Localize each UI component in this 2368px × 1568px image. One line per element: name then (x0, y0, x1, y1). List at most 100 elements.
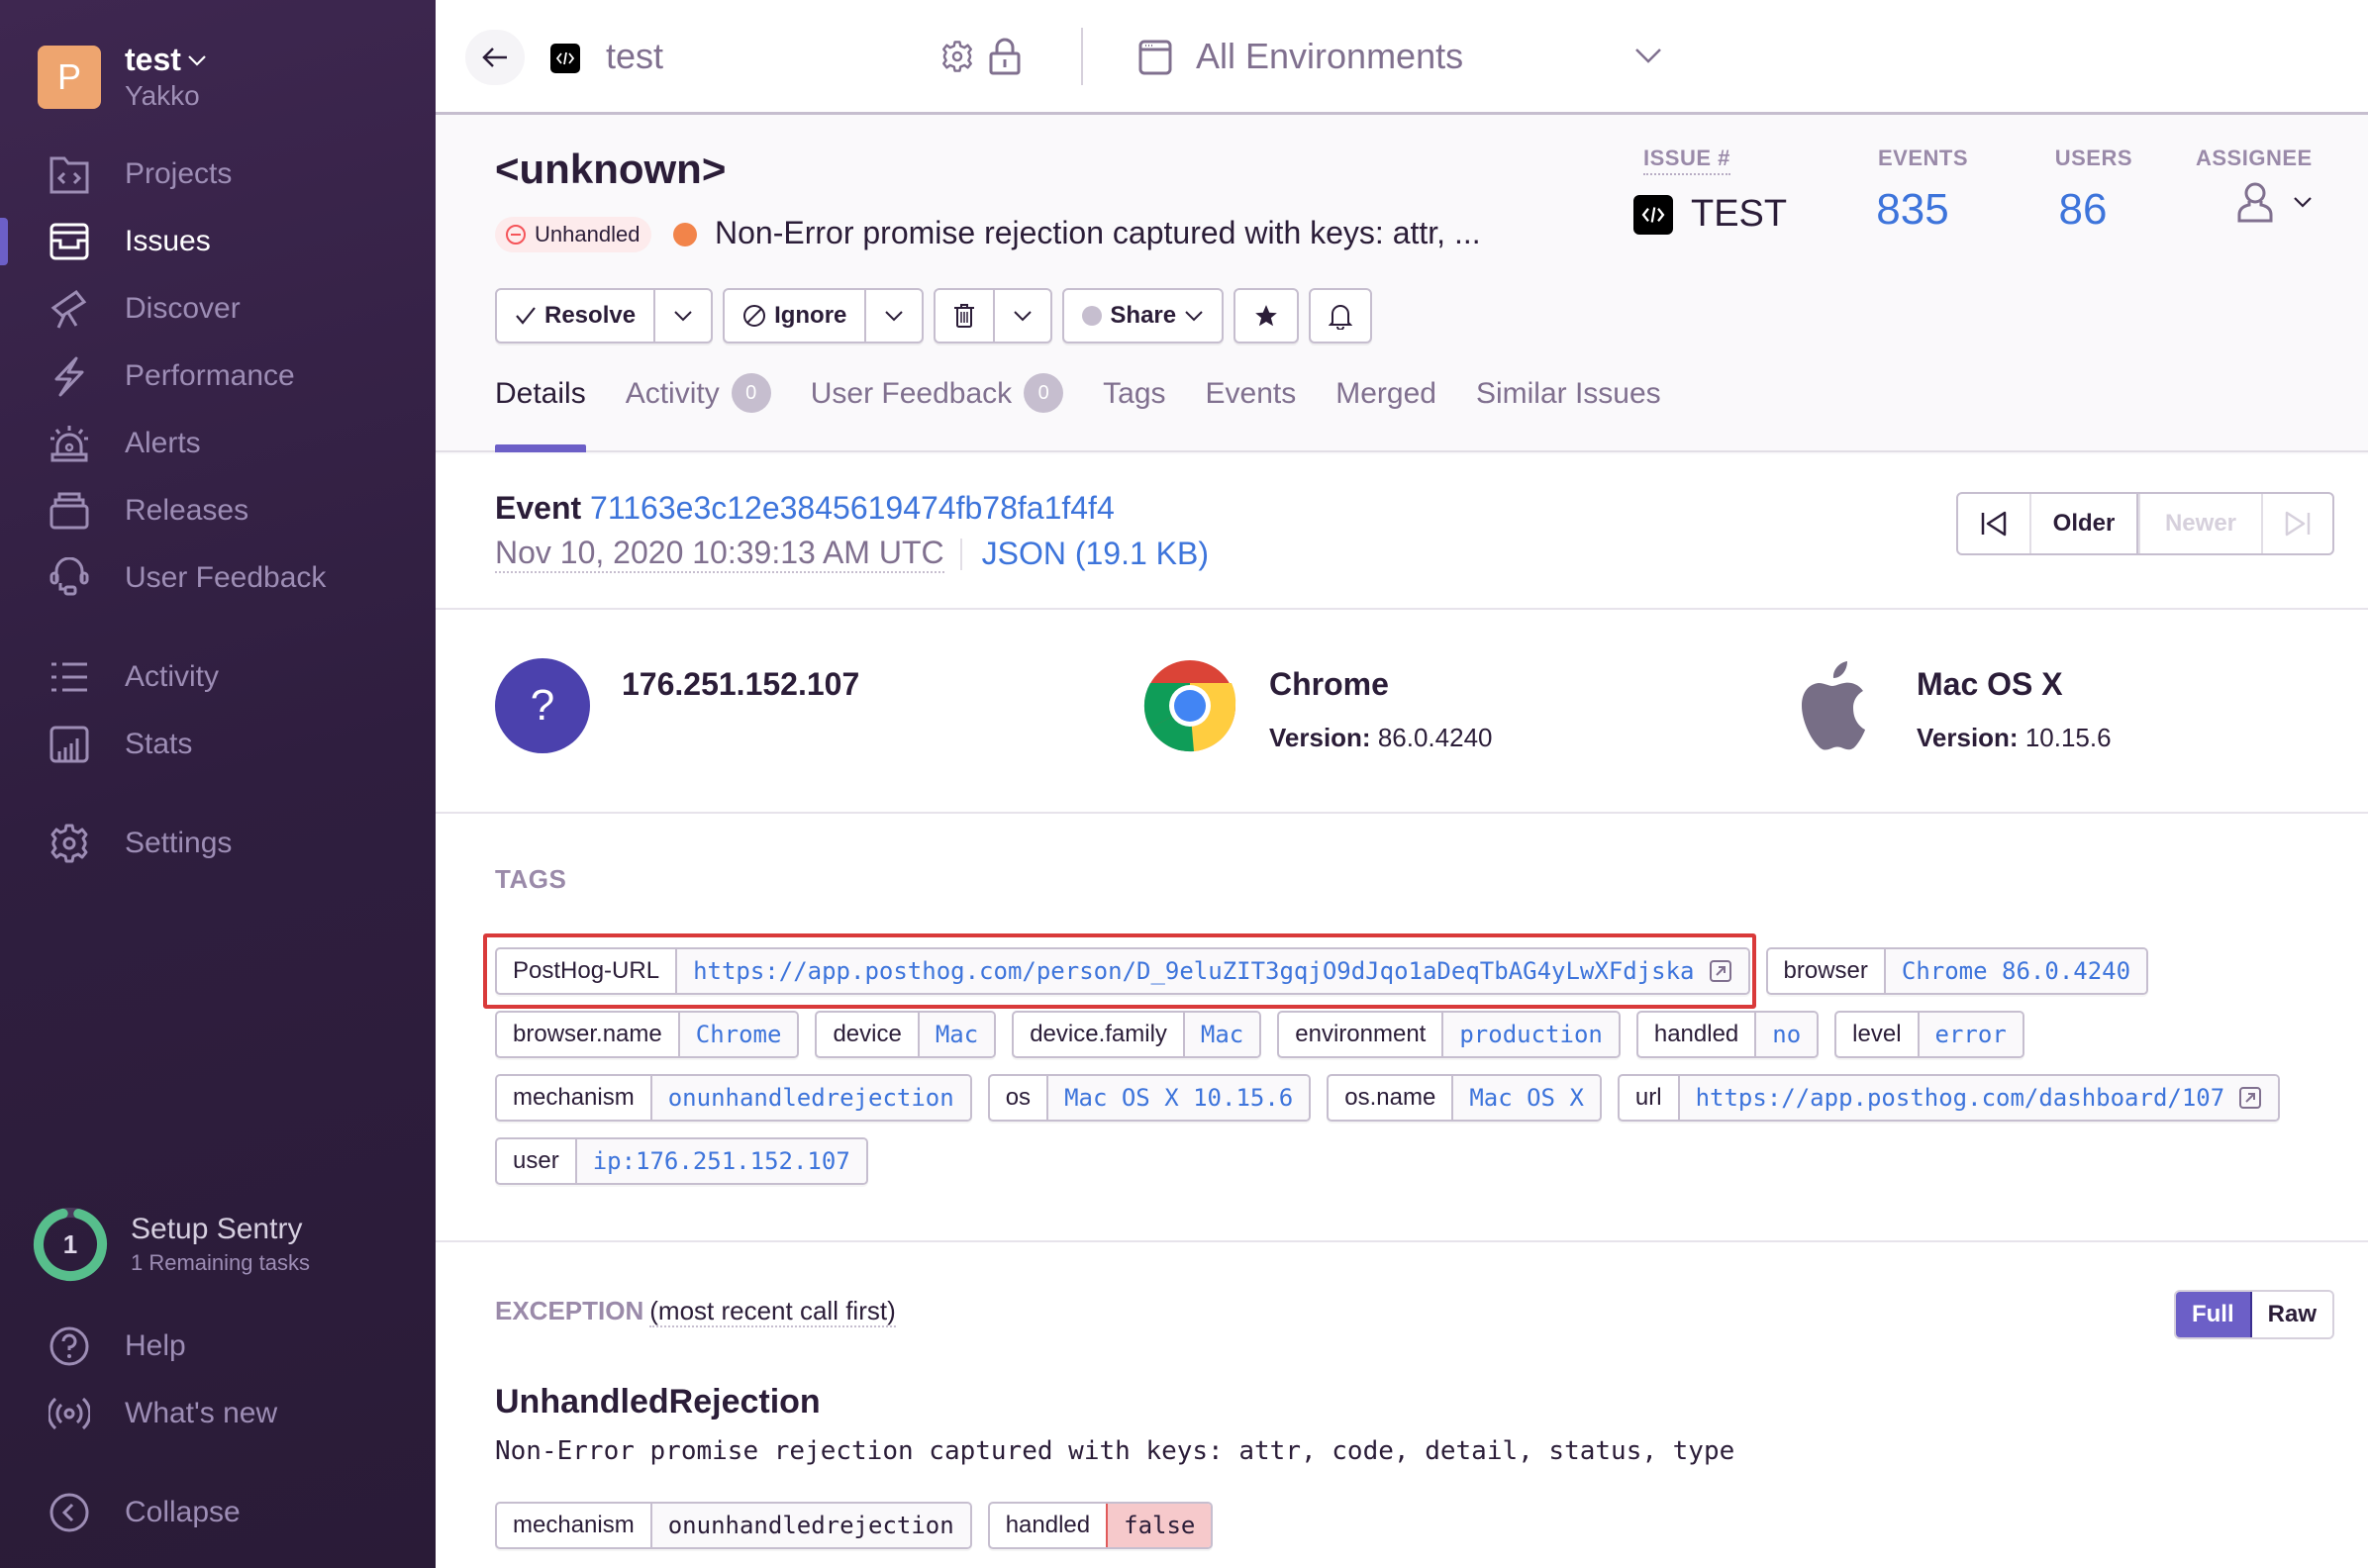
newer-event-button[interactable]: Newer (2138, 494, 2261, 553)
sidebar-item-alerts[interactable]: Alerts (0, 414, 436, 473)
org-user-name: Yakko (125, 80, 200, 111)
sidebar-item-settings[interactable]: Settings (0, 814, 436, 873)
ignore-button[interactable]: Ignore (725, 290, 864, 342)
sidebar-item-projects[interactable]: Projects (0, 145, 436, 204)
delete-dropdown-button[interactable] (993, 290, 1050, 342)
setup-sentry-button[interactable]: 1 Setup Sentry 1 Remaining tasks (32, 1206, 310, 1283)
external-link-icon[interactable] (1709, 959, 1732, 983)
tab-merged[interactable]: Merged (1335, 377, 1436, 452)
events-count[interactable]: 835 (1857, 185, 1968, 235)
tab-events[interactable]: Events (1206, 377, 1297, 452)
resolve-dropdown-button[interactable] (653, 290, 711, 342)
tag-key[interactable]: device (817, 1013, 917, 1056)
tag-key[interactable]: os.name (1329, 1076, 1451, 1120)
issue-number[interactable]: TEST (1633, 193, 1787, 236)
tag-key[interactable]: browser (1768, 949, 1884, 993)
bookmark-button[interactable] (1235, 290, 1297, 342)
tag-handled[interactable]: handled no (1635, 1011, 1820, 1058)
tag-key[interactable]: url (1620, 1076, 1678, 1120)
tag-browser-name[interactable]: browser.name Chrome (495, 1011, 800, 1058)
org-switcher[interactable]: P test Yakko (38, 42, 207, 112)
tag-value[interactable]: Mac OS X 10.15.6 (1046, 1076, 1310, 1120)
tag-os-name[interactable]: os.name Mac OS X (1327, 1074, 1602, 1122)
tag-device[interactable]: device Mac (815, 1011, 997, 1058)
tag-browser[interactable]: browser Chrome 86.0.4240 (1765, 947, 2149, 995)
tab-activity[interactable]: Activity 0 (626, 373, 771, 452)
last-event-button[interactable] (2261, 494, 2332, 553)
sidebar-item-discover[interactable]: Discover (0, 279, 436, 339)
tab-user-feedback[interactable]: User Feedback 0 (811, 373, 1064, 452)
json-link[interactable]: JSON (19.1 KB) (982, 536, 1209, 572)
environment-selector[interactable]: All Environments (1196, 36, 1463, 77)
tag-key[interactable]: device.family (1014, 1013, 1183, 1056)
event-date: Nov 10, 2020 10:39:13 AM UTC (495, 535, 944, 573)
assignee-selector[interactable] (2196, 181, 2313, 223)
tag-value[interactable]: https://app.posthog.com/person/D_9eluZIT… (675, 949, 1748, 993)
tag-value[interactable]: no (1754, 1013, 1818, 1056)
older-event-button[interactable]: Older (2029, 494, 2138, 553)
raw-view-button[interactable]: Raw (2251, 1292, 2332, 1337)
sidebar-item-issues[interactable]: Issues (0, 212, 436, 271)
sidebar-item-stats[interactable]: Stats (0, 715, 436, 774)
activity-count-badge: 0 (731, 373, 771, 413)
sidebar-collapse-button[interactable]: Collapse (0, 1483, 436, 1542)
event-pager: Older Newer (1956, 492, 2334, 555)
tag-value[interactable]: ip:176.251.152.107 (574, 1139, 866, 1183)
tag-value[interactable]: onunhandledrejection (649, 1076, 970, 1120)
tag-value[interactable]: Mac (917, 1013, 995, 1056)
share-button[interactable]: Share (1064, 290, 1222, 342)
users-count[interactable]: 86 (2033, 185, 2132, 235)
tag-key[interactable]: handled (1638, 1013, 1754, 1056)
tag-level[interactable]: level error (1834, 1011, 2024, 1058)
tab-similar-issues[interactable]: Similar Issues (1476, 377, 1661, 452)
tag-key[interactable]: mechanism (497, 1076, 650, 1120)
lock-icon[interactable] (988, 38, 1022, 75)
sidebar-item-releases[interactable]: Releases (0, 481, 436, 540)
tag-key[interactable]: level (1836, 1013, 1917, 1056)
tag-environment[interactable]: environment production (1277, 1011, 1621, 1058)
tag-url[interactable]: url https://app.posthog.com/dashboard/107 (1617, 1074, 2281, 1122)
sidebar-item-label: Settings (125, 827, 233, 859)
tag-user[interactable]: user ip:176.251.152.107 (495, 1137, 868, 1185)
exception-order-toggle[interactable]: (most recent call first) (649, 1296, 896, 1327)
chevron-down-icon (2293, 197, 2312, 208)
sidebar-item-activity[interactable]: Activity (0, 647, 436, 707)
first-event-button[interactable] (1958, 494, 2029, 553)
tag-mechanism[interactable]: mechanism onunhandledrejection (495, 1074, 972, 1122)
tag-value[interactable]: Mac OS X (1451, 1076, 1600, 1120)
tag-os[interactable]: os Mac OS X 10.15.6 (987, 1074, 1312, 1122)
tag-value[interactable]: Chrome (677, 1013, 798, 1056)
user-ip: 176.251.152.107 (622, 666, 860, 702)
subscribe-button[interactable] (1311, 290, 1370, 342)
chevron-down-icon (885, 311, 904, 322)
tag-value[interactable]: https://app.posthog.com/dashboard/107 (1677, 1076, 2279, 1120)
tag-value[interactable]: Chrome 86.0.4240 (1883, 949, 2147, 993)
event-id-link[interactable]: 71163e3c12e3845619474fb78fa1f4f4 (590, 490, 1115, 526)
tag-key[interactable]: browser.name (497, 1013, 678, 1056)
full-view-button[interactable]: Full (2175, 1292, 2252, 1337)
back-button[interactable] (465, 30, 525, 85)
tag-value[interactable]: error (1917, 1013, 2023, 1056)
tag-value[interactable]: Mac (1182, 1013, 1260, 1056)
tab-details[interactable]: Details (495, 377, 586, 452)
delete-button[interactable] (936, 290, 993, 342)
sidebar-item-whats-new[interactable]: What's new (0, 1384, 436, 1443)
external-link-icon[interactable] (2238, 1086, 2262, 1110)
tab-tags[interactable]: Tags (1103, 377, 1165, 452)
tag-device-family[interactable]: device.family Mac (1012, 1011, 1262, 1058)
chevron-down-icon[interactable] (1633, 46, 1663, 65)
gear-icon[interactable] (940, 40, 974, 73)
sidebar-item-help[interactable]: Help (0, 1317, 436, 1376)
tag-key[interactable]: user (497, 1139, 575, 1183)
tag-key[interactable]: PostHog-URL (497, 949, 675, 993)
tag-value[interactable]: production (1441, 1013, 1619, 1056)
tag-value-text: production (1459, 1021, 1603, 1048)
sidebar-item-performance[interactable]: Performance (0, 346, 436, 406)
ignore-dropdown-button[interactable] (864, 290, 922, 342)
resolve-button[interactable]: Resolve (497, 290, 653, 342)
tag-posthog-url[interactable]: PostHog-URL https://app.posthog.com/perso… (495, 947, 1750, 995)
tag-key[interactable]: os (990, 1076, 1046, 1120)
sidebar-item-user-feedback[interactable]: User Feedback (0, 548, 436, 608)
tag-key[interactable]: environment (1279, 1013, 1441, 1056)
project-name[interactable]: test (606, 36, 663, 77)
